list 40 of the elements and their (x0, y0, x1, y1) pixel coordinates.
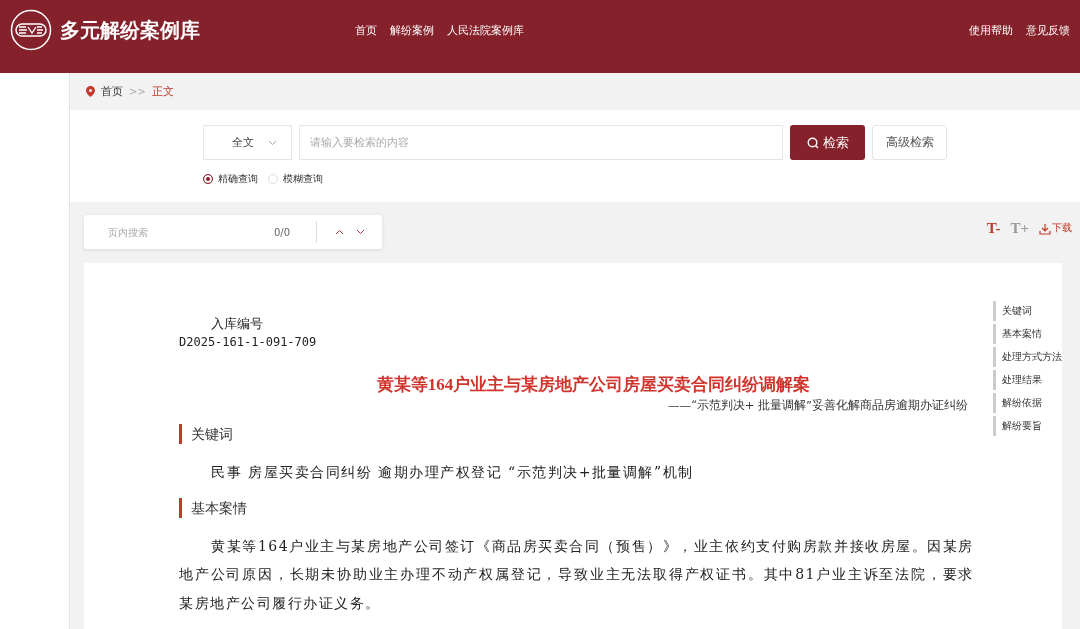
id-label: 入库编号 (210, 315, 264, 333)
breadcrumb-link[interactable]: 正文 (151, 84, 174, 99)
match-count: 0/0 (274, 226, 292, 238)
section-heading: 关键词 (179, 424, 978, 444)
download-icon (1039, 223, 1051, 235)
nav-link[interactable]: 首页 (355, 22, 377, 38)
search-icon (806, 136, 819, 149)
nav-link[interactable]: 解纷案例 (390, 22, 434, 38)
toc-link[interactable]: 处理结果 (993, 370, 1062, 390)
search-button[interactable]: 检索 (790, 125, 865, 160)
logo-icon (10, 9, 52, 51)
toc-link[interactable]: 处理方式方法 (993, 347, 1062, 367)
case-title: 黄某等164户业主与某房地产公司房屋买卖合同纠纷调解案 (375, 374, 812, 396)
search-field[interactable]: 请输入要检索的内容 (299, 125, 783, 160)
toc-link[interactable]: 解纷依据 (993, 393, 1062, 413)
breadcrumb-link[interactable]: 首页 (101, 84, 123, 99)
site-title: 多元解纷案例库 (60, 16, 200, 44)
radio-button[interactable] (203, 174, 213, 184)
search-mode-option[interactable]: 模糊查询 (268, 172, 323, 186)
download-button[interactable]: 下载 (1039, 221, 1072, 235)
toc-link[interactable]: 基本案情 (993, 324, 1062, 344)
breadcrumb-separator: >> (129, 86, 146, 97)
section-heading: 基本案情 (179, 497, 978, 518)
location-pin-icon (86, 86, 95, 97)
chevron-down-icon[interactable] (356, 229, 365, 235)
nav-link[interactable]: 人民法院案例库 (447, 22, 524, 38)
case-subtitle: ——“示范判决+ 批量调解”妥善化解商品房逾期办证纠纷 (666, 398, 969, 413)
chevron-up-icon[interactable] (335, 229, 344, 235)
toc-link[interactable]: 关键词 (993, 301, 1062, 321)
advanced-search-button[interactable]: 高级检索 (872, 125, 947, 160)
case-id: D2025-161-1-091-709 (179, 335, 318, 349)
toc-link[interactable]: 解纷要旨 (993, 416, 1062, 436)
header-link[interactable]: 使用帮助 (969, 22, 1013, 38)
section-text: 民事 房屋买卖合同纠纷 逾期办理产权登记 “示范判决+批量调解”机制 (210, 463, 695, 482)
header-link[interactable]: 意见反馈 (1026, 22, 1070, 38)
font-size-button[interactable]: T- (986, 219, 1001, 237)
search-mode-option[interactable]: 精确查询 (203, 172, 258, 186)
scope-dropdown[interactable]: 全文 (203, 125, 292, 160)
section-text: 黄某等164户业主与某房地产公司签订《商品房买卖合同（预售）》，业主依约支付购房款并接收房屋。因某房地产公司原因，长期未协助业主办理不动产权属登记，导致业主无法取得产权证书。其中81户业主诉至法院，要求某房地产公司履行办证义务。 (179, 536, 974, 613)
chevron-down-icon (268, 139, 277, 146)
